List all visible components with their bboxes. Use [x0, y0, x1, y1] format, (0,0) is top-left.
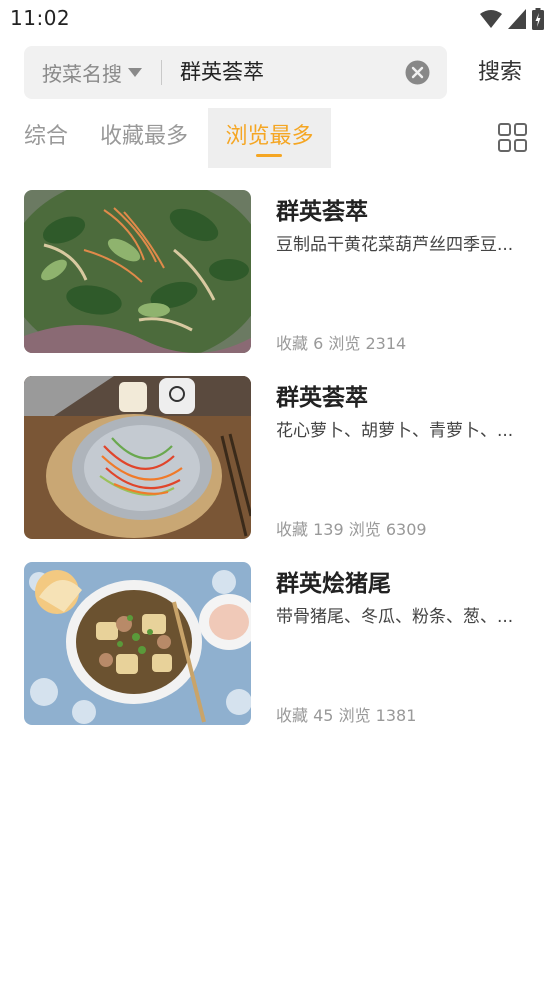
search-button[interactable]: 搜索: [478, 46, 522, 99]
battery-icon: [532, 8, 544, 30]
recipe-title: 群英烩猪尾: [276, 571, 391, 597]
tab-most-viewed[interactable]: 浏览最多: [208, 108, 331, 168]
status-icons: [480, 8, 544, 30]
recipe-ingredients: 花心萝卜、胡萝卜、青萝卜、...: [276, 421, 514, 441]
tab-comprehensive[interactable]: 综合: [24, 108, 68, 168]
active-tab-indicator: [256, 154, 282, 157]
recipe-item[interactable]: 群英烩猪尾 带骨猪尾、冬瓜、粉条、葱、... 收藏 45 浏览 1381: [0, 562, 554, 725]
clear-icon[interactable]: [405, 60, 430, 85]
views-label: 浏览: [328, 334, 361, 353]
favorites-label: 收藏: [276, 706, 309, 725]
grid-view-icon[interactable]: [498, 123, 527, 152]
tab-most-viewed-label: 浏览最多: [225, 124, 314, 149]
search-box: 按菜名搜 群英荟萃: [24, 46, 447, 99]
tab-most-favorited[interactable]: 收藏最多: [100, 108, 188, 168]
recipe-stats: 收藏 139 浏览 6309: [276, 516, 427, 540]
recipe-item[interactable]: 群英荟萃 豆制品干黄花菜葫芦丝四季豆... 收藏 6 浏览 2314: [0, 190, 554, 353]
recipe-title: 群英荟萃: [276, 199, 368, 225]
views-label: 浏览: [338, 706, 371, 725]
recipe-image: [24, 562, 251, 725]
recipe-stats: 收藏 45 浏览 1381: [276, 702, 416, 726]
search-input[interactable]: 群英荟萃: [180, 46, 264, 99]
views-count: 6309: [385, 520, 427, 539]
status-bar: 11:02: [0, 0, 554, 38]
views-label: 浏览: [348, 520, 381, 539]
signal-icon: [508, 9, 526, 29]
search-bar: 按菜名搜 群英荟萃 搜索: [24, 46, 530, 100]
views-count: 2314: [365, 334, 407, 353]
recipe-ingredients: 豆制品干黄花菜葫芦丝四季豆...: [276, 235, 514, 255]
recipe-image: [24, 190, 251, 353]
search-type-label: 按菜名搜: [42, 62, 122, 86]
favorites-count: 45: [313, 706, 334, 725]
recipe-stats: 收藏 6 浏览 2314: [276, 330, 406, 354]
dropdown-arrow-icon: [128, 68, 142, 77]
wifi-icon: [480, 10, 502, 28]
favorites-count: 139: [313, 520, 344, 539]
sort-tabs: 综合 收藏最多 浏览最多: [0, 108, 554, 168]
recipe-ingredients: 带骨猪尾、冬瓜、粉条、葱、...: [276, 607, 514, 627]
favorites-label: 收藏: [276, 520, 309, 539]
status-time: 11:02: [10, 6, 71, 30]
recipe-image: [24, 376, 251, 539]
search-type-dropdown[interactable]: 按菜名搜: [42, 46, 142, 99]
favorites-count: 6: [313, 334, 324, 353]
views-count: 1381: [375, 706, 417, 725]
recipe-item[interactable]: 群英荟萃 花心萝卜、胡萝卜、青萝卜、... 收藏 139 浏览 6309: [0, 376, 554, 539]
favorites-label: 收藏: [276, 334, 309, 353]
search-divider: [161, 60, 162, 85]
recipe-title: 群英荟萃: [276, 385, 368, 411]
